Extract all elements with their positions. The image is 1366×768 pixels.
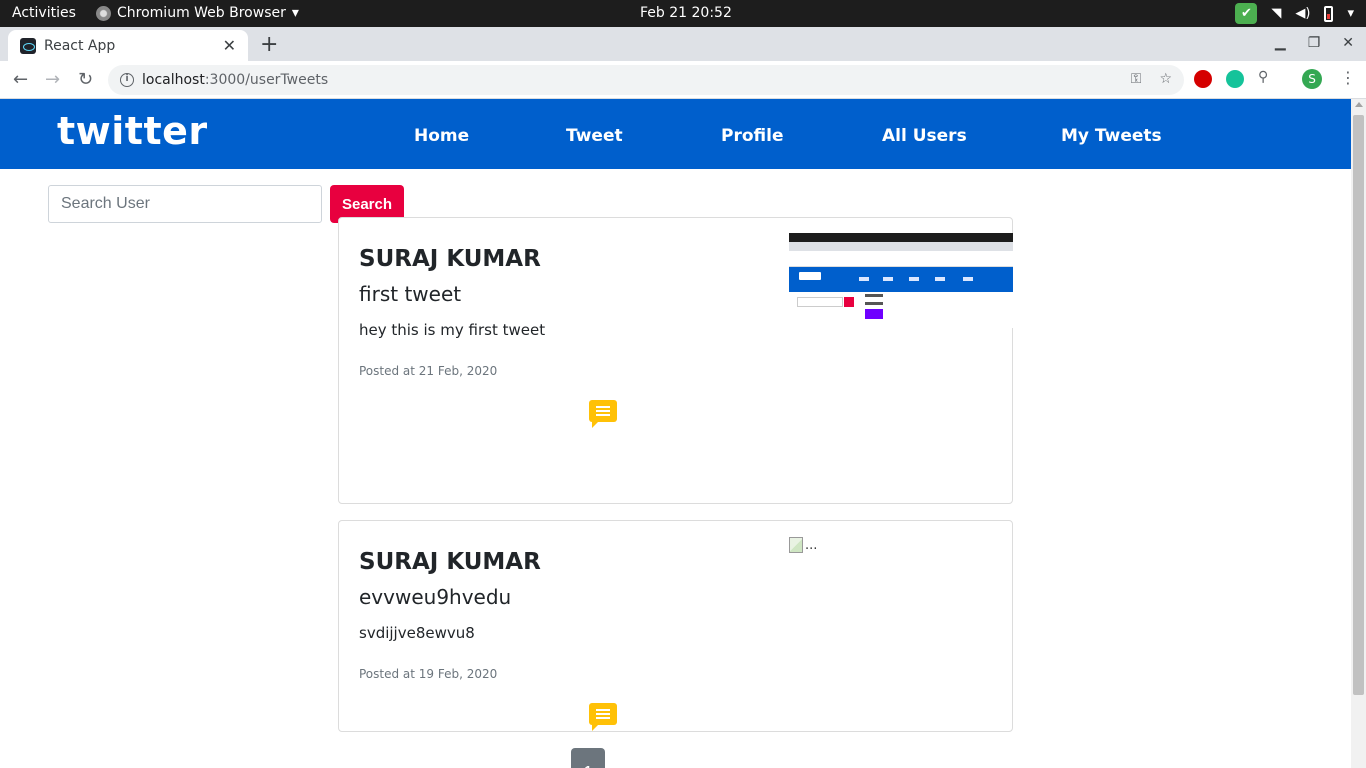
info-icon[interactable]: i [120, 73, 134, 87]
tweet-author[interactable]: SURAJ KUMAR [359, 549, 541, 575]
tab-title: React App [44, 37, 116, 54]
tweet-image-broken: ... [789, 537, 817, 553]
comment-icon[interactable] [589, 703, 617, 731]
adblock-extension-icon[interactable] [1194, 70, 1212, 88]
grammarly-extension-icon[interactable] [1226, 70, 1244, 88]
tweet-posted-date: Posted at 19 Feb, 2020 [359, 667, 498, 681]
tweet-title: evvweu9hvedu [359, 585, 512, 609]
tweet-card: SURAJ KUMAR first tweet hey this is my f… [338, 217, 1013, 504]
activities-button[interactable]: Activities [12, 5, 76, 21]
broken-image-icon [789, 537, 803, 553]
app-menu-label: Chromium Web Browser [117, 5, 286, 21]
chevron-down-icon: ▾ [291, 5, 299, 21]
volume-icon: ◀) [1295, 6, 1311, 21]
close-icon[interactable]: ✕ [223, 36, 236, 55]
site-navbar: twitter Home Tweet Profile All Users My … [0, 99, 1351, 169]
os-top-bar: Activities Chromium Web Browser ▾ Feb 21… [0, 0, 1366, 27]
wifi-icon: ◥ [1271, 6, 1282, 21]
system-tray[interactable]: ✔ ◥ ◀) ▾ [1235, 3, 1354, 24]
tweet-title: first tweet [359, 282, 462, 306]
check-icon[interactable]: ✔ [1235, 3, 1258, 24]
tweet-posted-date: Posted at 21 Feb, 2020 [359, 364, 498, 378]
scrollbar-thumb[interactable] [1353, 115, 1364, 695]
nav-home[interactable]: Home [414, 126, 469, 146]
image-alt-text: ... [805, 537, 818, 553]
battery-icon [1324, 5, 1334, 22]
address-bar[interactable]: i localhost:3000/userTweets ⚿ ☆ [108, 65, 1184, 95]
tweet-author[interactable]: SURAJ KUMAR [359, 246, 541, 272]
bookmark-star-icon[interactable]: ☆ [1159, 71, 1172, 87]
page-viewport: twitter Home Tweet Profile All Users My … [0, 99, 1351, 768]
nav-profile[interactable]: Profile [721, 126, 783, 146]
new-tab-plus-icon[interactable]: + [260, 32, 278, 57]
pagination-page-1[interactable]: 1 [571, 748, 605, 768]
profile-avatar[interactable]: S [1302, 69, 1322, 89]
minimize-icon[interactable]: ▁ [1275, 35, 1286, 51]
browser-tab[interactable]: React App ✕ [8, 30, 248, 61]
chevron-down-icon[interactable]: ▾ [1347, 6, 1354, 21]
browser-toolbar: ← → ↻ i localhost:3000/userTweets ⚿ ☆ ⚲ … [0, 61, 1366, 99]
react-favicon-icon [20, 37, 36, 54]
forward-arrow-icon[interactable]: → [45, 69, 60, 90]
comment-icon[interactable] [589, 400, 617, 428]
window-controls: ▁ ❐ ✕ [1275, 35, 1354, 51]
reload-icon[interactable]: ↻ [78, 69, 93, 90]
restore-icon[interactable]: ❐ [1308, 35, 1321, 51]
nav-all-users[interactable]: All Users [882, 126, 967, 146]
nav-my-tweets[interactable]: My Tweets [1061, 126, 1162, 146]
more-menu-icon[interactable]: ⋮ [1340, 68, 1356, 87]
tab-strip: React App ✕ + ▁ ❐ ✕ [0, 27, 1366, 61]
key-icon[interactable]: ⚿ [1131, 71, 1142, 87]
site-logo[interactable]: twitter [57, 109, 208, 153]
url-path: :3000/userTweets [204, 72, 329, 88]
chromium-icon [96, 5, 111, 21]
tweet-body: hey this is my first tweet [359, 321, 546, 339]
tweet-image [789, 233, 1013, 328]
bicycle-extension-icon[interactable]: ⚲ [1258, 69, 1276, 87]
app-menu[interactable]: Chromium Web Browser ▾ [96, 5, 299, 21]
search-user-input[interactable] [48, 185, 322, 223]
tweet-body: svdijjve8ewvu8 [359, 624, 475, 642]
close-window-icon[interactable]: ✕ [1342, 35, 1354, 51]
page-scrollbar[interactable] [1351, 99, 1366, 768]
scroll-up-icon[interactable] [1355, 102, 1363, 107]
tweet-card: ... SURAJ KUMAR evvweu9hvedu svdijjve8ew… [338, 520, 1013, 732]
nav-tweet[interactable]: Tweet [566, 126, 623, 146]
clock[interactable]: Feb 21 20:52 [640, 5, 732, 21]
url-host: localhost [142, 72, 205, 88]
back-arrow-icon[interactable]: ← [13, 69, 28, 90]
